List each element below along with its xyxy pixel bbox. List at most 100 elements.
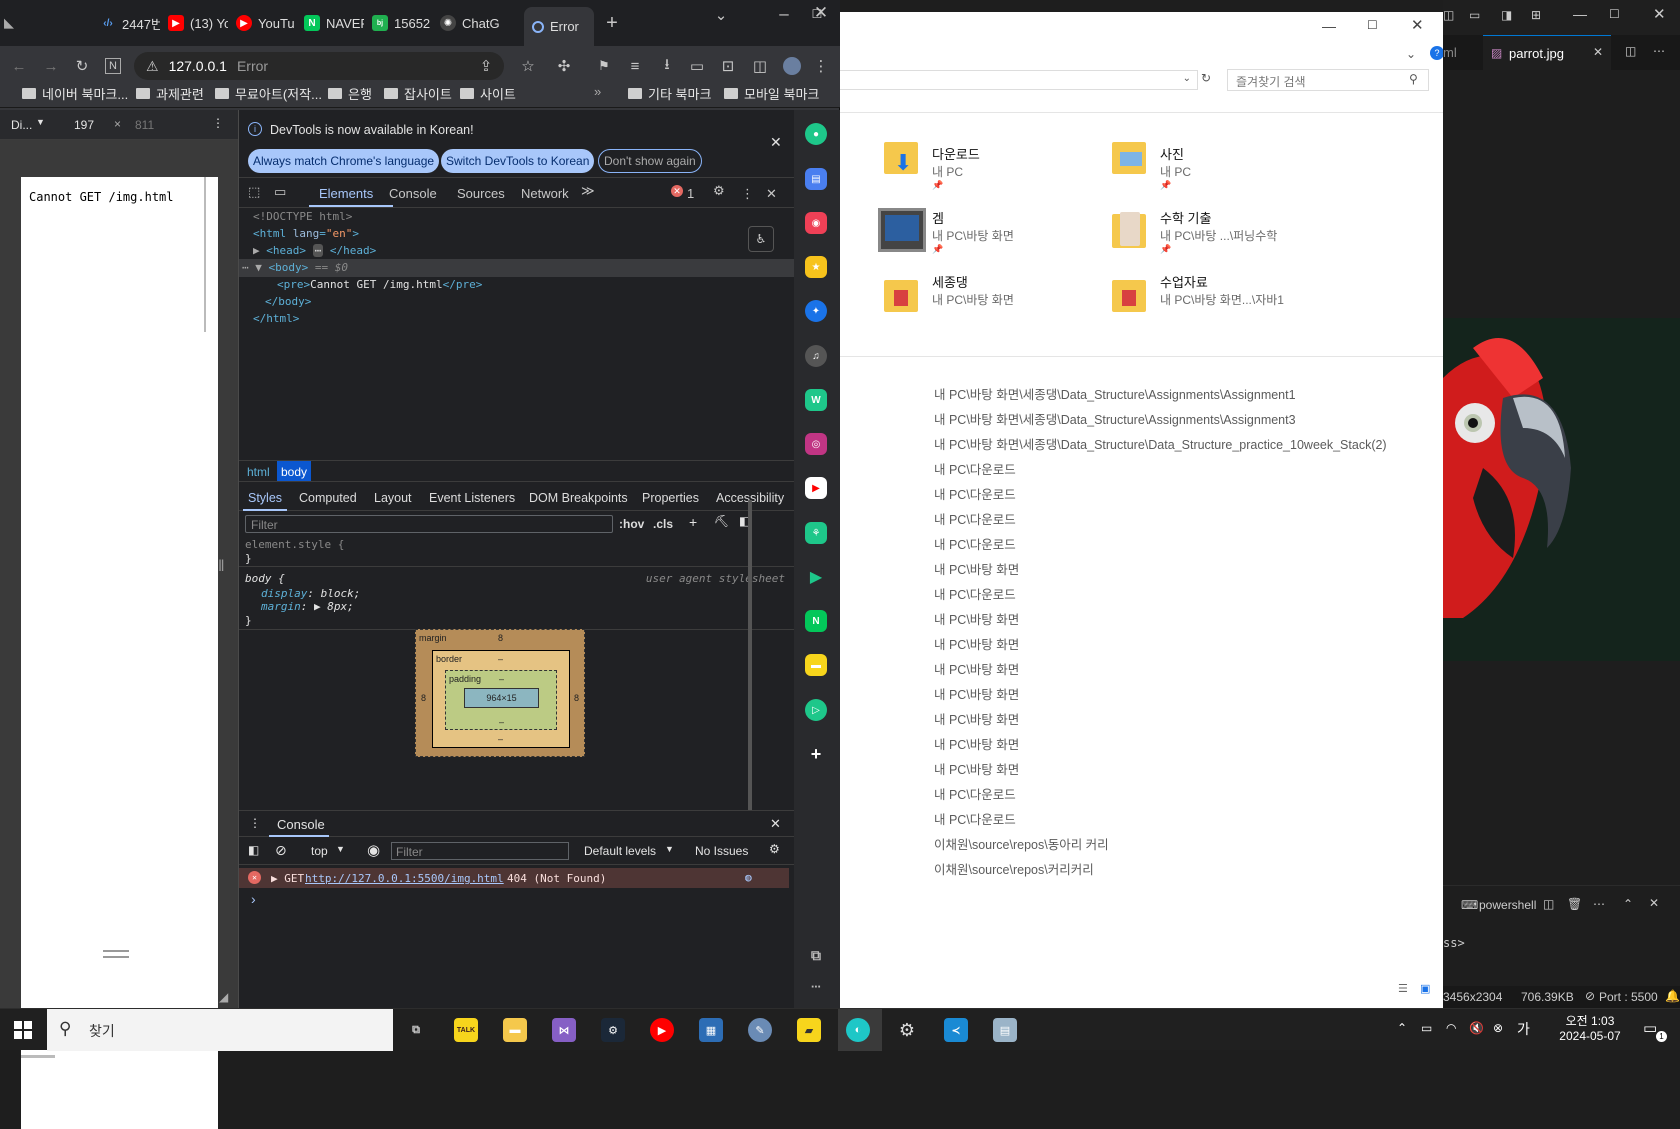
- add-icon[interactable]: +: [805, 743, 827, 765]
- bookmark-star-icon[interactable]: ☆: [516, 54, 540, 78]
- close-devtools-icon[interactable]: ✕: [766, 186, 777, 202]
- hov-toggle[interactable]: :hov: [619, 517, 644, 531]
- chevron-up-icon[interactable]: ⌃: [1397, 1021, 1407, 1035]
- resize-handle[interactable]: ‖: [218, 558, 230, 588]
- error-url-link[interactable]: http://127.0.0.1:5500/img.html: [305, 872, 504, 885]
- settings-gear-icon[interactable]: ⚙: [895, 1018, 919, 1042]
- issues-button[interactable]: No Issues: [695, 844, 748, 858]
- bookmark-folder-mobile[interactable]: 모바일 북마크: [724, 84, 819, 103]
- quick-access-math[interactable]: 수학 기출 내 PC\바탕 ...\퍼닝수학 📌: [1160, 208, 1277, 255]
- screenshot-icon[interactable]: ⊡: [716, 54, 740, 78]
- new-rule-icon[interactable]: +: [689, 514, 697, 530]
- customize-layout-icon[interactable]: ⊞: [1531, 8, 1541, 22]
- sticky-notes-icon[interactable]: ▰: [797, 1018, 821, 1042]
- video-icon[interactable]: ▷: [805, 699, 827, 721]
- tab-styles[interactable]: Styles: [248, 491, 282, 505]
- tab-event-listeners[interactable]: Event Listeners: [429, 491, 515, 505]
- editor-tab[interactable]: ml: [1443, 45, 1457, 60]
- console-tab[interactable]: Console: [277, 817, 325, 832]
- quick-access-game[interactable]: 겜내 PC\바탕 화면 📌: [932, 208, 1014, 255]
- more-bookmarks-icon[interactable]: »: [594, 84, 601, 99]
- tab-search-icon[interactable]: ⌄: [709, 3, 733, 27]
- recent-item[interactable]: 내 PC\바탕 화면: [934, 634, 1019, 653]
- minimize-button[interactable]: —: [1573, 6, 1587, 22]
- recent-item[interactable]: 내 PC\바탕 화면: [934, 709, 1019, 728]
- height-input[interactable]: 811: [135, 118, 154, 132]
- wifi-icon[interactable]: ◠: [1446, 1021, 1456, 1035]
- file-explorer-icon[interactable]: ▬: [503, 1018, 527, 1042]
- recent-item[interactable]: 내 PC\다운로드: [934, 509, 1016, 528]
- recent-item[interactable]: 내 PC\바탕 화면\세종댕\Data_Structure\Data_Struc…: [934, 434, 1387, 453]
- boxmodel-content[interactable]: 964×15: [464, 688, 539, 708]
- reload-icon[interactable]: ↻: [70, 54, 94, 78]
- h-scrollbar[interactable]: [21, 1055, 55, 1058]
- panel-icon[interactable]: ▭: [1469, 8, 1480, 22]
- calculator-icon[interactable]: ▤: [805, 168, 827, 190]
- device-select[interactable]: Di...: [11, 118, 32, 132]
- breadcrumb-html[interactable]: html: [247, 465, 270, 479]
- tab-sources[interactable]: Sources: [457, 186, 505, 201]
- close-drawer-icon[interactable]: ✕: [770, 816, 781, 832]
- console-sidebar-icon[interactable]: ◧: [248, 843, 259, 857]
- reading-list-icon[interactable]: ≡: [623, 54, 647, 78]
- youtube-icon[interactable]: ▶: [805, 477, 827, 499]
- sidebar-icon[interactable]: ◨: [1501, 8, 1512, 22]
- tab-3[interactable]: ▶ YouTu: [228, 8, 296, 38]
- close-window-button[interactable]: ✕: [1411, 16, 1424, 34]
- kakaotalk-icon[interactable]: TALK: [454, 1018, 478, 1042]
- details-view-icon[interactable]: ☰: [1398, 982, 1408, 995]
- play-icon[interactable]: ▶: [805, 566, 827, 588]
- console-filter-input[interactable]: Filter: [391, 842, 569, 860]
- whale-space-icon[interactable]: ●: [805, 123, 827, 145]
- bookmark-folder-3[interactable]: 무료아트(저작...: [215, 84, 322, 103]
- tab-computed[interactable]: Computed: [299, 491, 357, 505]
- forward-icon[interactable]: →: [39, 54, 63, 78]
- close-window-button[interactable]: ✕: [809, 1, 833, 25]
- dont-show-again-button[interactable]: Don't show again: [598, 149, 702, 173]
- html-node[interactable]: <html lang="en">: [253, 227, 359, 240]
- notepad-icon[interactable]: ▤: [993, 1018, 1017, 1042]
- recent-item[interactable]: 이채원\source\repos\동아리 커리: [934, 834, 1109, 853]
- new-tab-button[interactable]: +: [600, 11, 624, 35]
- recent-item[interactable]: 내 PC\바탕 화면: [934, 609, 1019, 628]
- trash-icon[interactable]: 🗑: [1567, 897, 1582, 911]
- tab-overflow[interactable]: ◣: [0, 8, 18, 38]
- recent-item[interactable]: 내 PC\다운로드: [934, 809, 1016, 828]
- tab-1[interactable]: ‹/› 2447번: [92, 8, 160, 38]
- maximize-button[interactable]: ☐: [1367, 18, 1378, 32]
- star-icon[interactable]: ★: [805, 256, 827, 278]
- tab-console[interactable]: Console: [389, 186, 437, 201]
- bookmark-folder-5[interactable]: 잡사이트: [384, 84, 452, 103]
- help-icon[interactable]: ?: [1430, 46, 1444, 60]
- eye-icon[interactable]: ◉: [367, 841, 380, 859]
- tab-6[interactable]: ✺ ChatG: [432, 8, 500, 38]
- translate-icon[interactable]: ✦: [805, 300, 827, 322]
- calculator-icon[interactable]: ▦: [699, 1018, 723, 1042]
- more-options-icon[interactable]: ⋮: [212, 116, 224, 130]
- terminal-select[interactable]: powershell: [1479, 898, 1536, 912]
- maximize-button[interactable]: ☐: [1609, 7, 1620, 21]
- ime-icon[interactable]: 가: [1517, 1019, 1530, 1039]
- bookmark-folder-6[interactable]: 사이트: [460, 84, 516, 103]
- error-expand[interactable]: ▶ GET: [271, 872, 304, 885]
- drawer-menu-icon[interactable]: ⋮: [249, 816, 261, 830]
- menu-icon[interactable]: ⋮: [809, 54, 833, 78]
- more-options-icon[interactable]: ⋮: [741, 186, 754, 202]
- naver-icon[interactable]: N: [805, 610, 827, 632]
- stock-icon[interactable]: ⚘: [805, 522, 827, 544]
- bookmark-folder-2[interactable]: 과제관련: [136, 84, 204, 103]
- recent-item[interactable]: 내 PC\바탕 화면: [934, 734, 1019, 753]
- tab-4[interactable]: NNAVER: [296, 8, 364, 38]
- paint-icon[interactable]: ⛏: [714, 514, 729, 528]
- recent-item[interactable]: 내 PC\바탕 화면: [934, 659, 1019, 678]
- settings-gear-icon[interactable]: ⚙: [713, 183, 725, 199]
- share-icon[interactable]: ⇪: [474, 54, 498, 78]
- close-panel-icon[interactable]: ✕: [1649, 896, 1659, 910]
- css-declaration-margin[interactable]: margin: ▶ 8px;: [261, 600, 354, 613]
- address-bar[interactable]: ⌄: [840, 70, 1198, 90]
- recent-item[interactable]: 내 PC\다운로드: [934, 459, 1016, 478]
- tab-2[interactable]: ▶ (13) Yo: [160, 8, 228, 38]
- tab-network[interactable]: Network: [521, 186, 569, 201]
- width-input[interactable]: 197: [74, 118, 94, 132]
- taskbar-search[interactable]: ⚲ 찾기: [47, 1009, 393, 1051]
